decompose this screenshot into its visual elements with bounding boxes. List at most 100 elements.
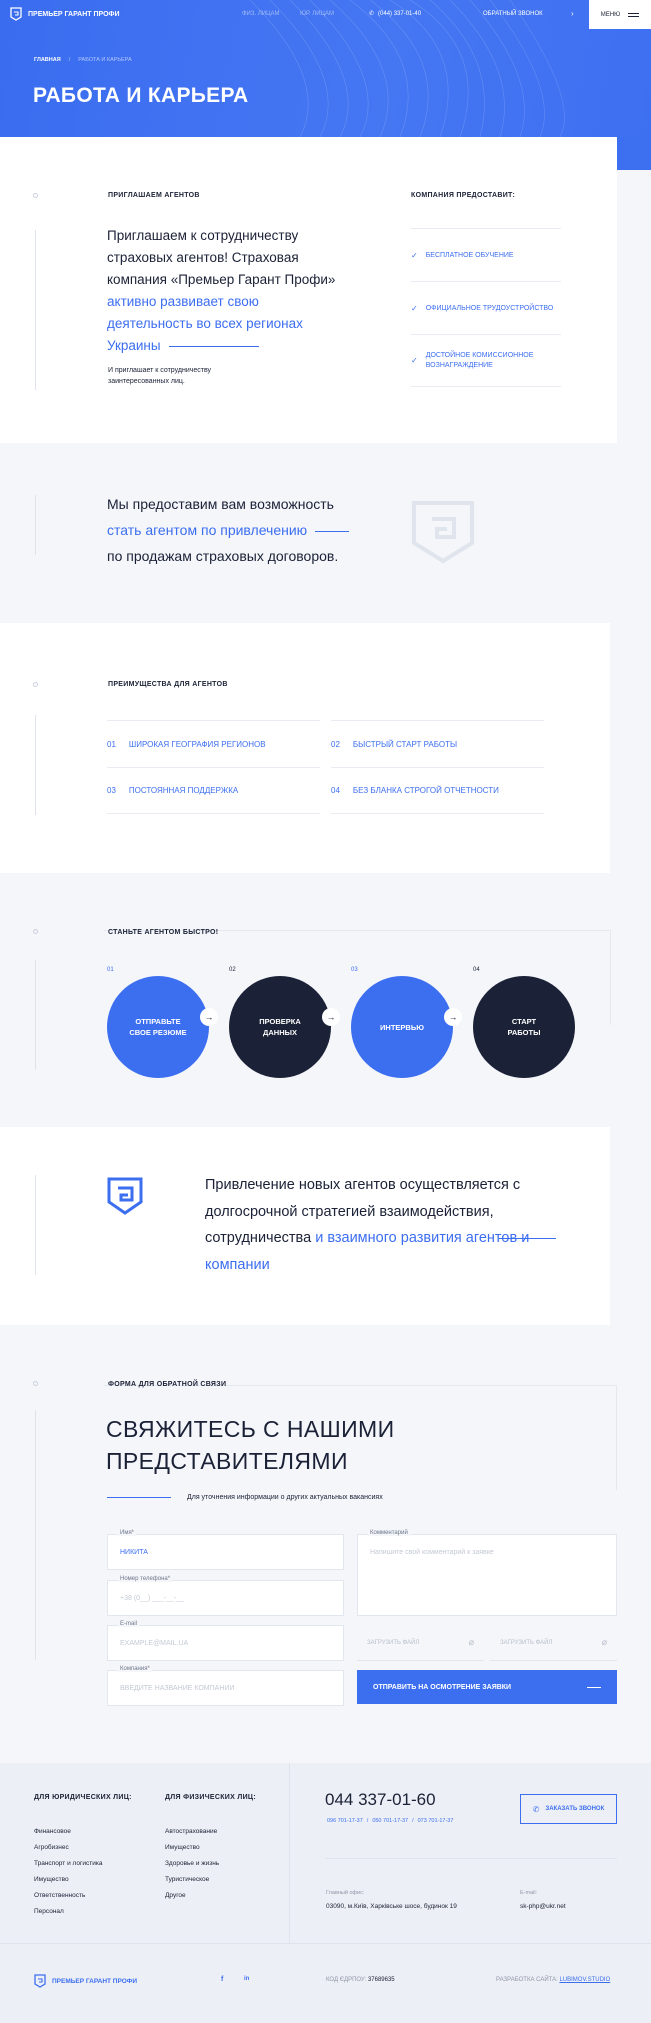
logo[interactable]: ПРЕМЬЕР ГАРАНТ ПРОФИ <box>10 7 120 21</box>
advantage-text: БЕЗ БЛАНКА СТРОГОЙ ОТЧЕТНОСТИ <box>352 786 499 795</box>
footer-divider-h <box>0 1943 651 1944</box>
form-title-line1: СВЯЖИТЕСЬ С НАШИМИ <box>106 1416 395 1442</box>
step-item: 01 ОТПРАВЬТЕ СВОЕ РЕЗЮМЕ <box>107 967 209 1078</box>
advantage-item: 02 БЫСТРЫЙ СТАРТ РАБОТЫ <box>331 720 544 767</box>
step-item: 04 СТАРТ РАБОТЫ <box>473 967 575 1078</box>
edrpou-value: 37689635 <box>367 1977 395 1983</box>
advantage-text: ПОСТОЯННАЯ ПОДДЕРЖКА <box>128 786 239 795</box>
strategy-text: Привлечение новых агентов осуществляется… <box>205 1172 555 1278</box>
step-num: 03 <box>351 967 358 973</box>
logo-icon <box>10 7 22 21</box>
menu-label: МЕНЮ <box>600 11 621 18</box>
phone-icon: ✆ <box>369 11 375 17</box>
comment-placeholder[interactable]: Напишите свой комментарий к заявке <box>370 1549 494 1556</box>
advantage-num: 01 <box>107 739 116 749</box>
phone-placeholder[interactable]: +38 (0__) ___-__-__ <box>120 1595 184 1602</box>
footer-link[interactable]: Агробизнес <box>34 1840 102 1856</box>
email-label: E-mail: <box>520 1890 538 1896</box>
side-dot <box>33 682 38 687</box>
side-dot <box>33 929 38 934</box>
footer-link[interactable]: Транспорт и логистика <box>34 1856 102 1872</box>
footer-phone[interactable]: 044 337-01-60 <box>325 1790 436 1810</box>
advantage-item: 03 ПОСТОЯННАЯ ПОДДЕРЖКА <box>107 767 320 814</box>
footer-callback-button[interactable]: ✆ ЗАКАЗАТЬ ЗВОНОК <box>520 1794 617 1824</box>
opportunity-line1: Мы предоставим вам возможность <box>107 496 334 512</box>
name-value[interactable]: НИКИТА <box>120 1549 148 1556</box>
header-phone[interactable]: ✆ (044) 337-01-40 <box>369 10 422 18</box>
advantage-num: 04 <box>331 786 340 795</box>
side-line <box>35 495 36 555</box>
callback-link[interactable]: ОБРАТНЫЙ ЗВОНОК <box>483 11 543 17</box>
breadcrumb-home[interactable]: ГЛАВНАЯ <box>34 57 61 63</box>
office-label: Главный офис: <box>326 1890 365 1896</box>
footer-link[interactable]: Финансовое <box>34 1824 102 1840</box>
hero-side-block <box>617 137 651 170</box>
step-item: 02 ПРОВЕРКА ДАННЫХ <box>229 967 331 1078</box>
footer-link[interactable]: Персонал <box>34 1904 102 1920</box>
provides-item-text: ОФИЦИАЛЬНОЕ ТРУДОУСТРОЙСТВО <box>425 304 554 312</box>
menu-button[interactable]: МЕНЮ <box>589 0 651 29</box>
check-icon: ✓ <box>411 303 418 313</box>
facebook-icon[interactable]: f <box>221 1976 223 1983</box>
upload-button-2[interactable]: ЗАГРУЗИТЬ ФАЙЛ ⌀ <box>490 1625 617 1661</box>
accent-line <box>168 345 259 347</box>
developer: РАЗРАБОТКА САЙТА: LUBIMOV.STUDIO <box>496 1977 610 1983</box>
footer-logo[interactable]: ПРЕМЬЕР ГАРАНТ ПРОФИ <box>34 1974 137 1988</box>
company-placeholder[interactable]: ВВЕДИТЕ НАЗВАНИЕ КОМПАНИИ <box>120 1685 234 1692</box>
steps-label: СТАНЬТЕ АГЕНТОМ БЫСТРО! <box>108 929 219 936</box>
breadcrumb-separator: / <box>68 57 71 63</box>
footer-email[interactable]: sk-php@ukr.net <box>520 1903 566 1910</box>
footer-link[interactable]: Другое <box>165 1888 219 1904</box>
separator: / <box>412 1818 414 1824</box>
footer-link[interactable]: Автострахование <box>165 1824 219 1840</box>
dash-arrow-icon <box>587 1686 601 1688</box>
phone-field[interactable]: Номер телефона* +38 (0__) ___-__-__ <box>107 1576 344 1616</box>
footer-rule <box>325 1858 617 1859</box>
advantage-num: 03 <box>107 786 116 795</box>
provides-label: КОМПАНИЯ ПРЕДОСТАВИТ: <box>411 192 516 199</box>
step-circle: СТАРТ РАБОТЫ <box>473 976 575 1078</box>
footer-link[interactable]: Имущество <box>165 1840 219 1856</box>
email-placeholder[interactable]: EXAMPLE@MAIL.UA <box>120 1640 188 1647</box>
footer-link[interactable]: Туристическое <box>165 1872 219 1888</box>
footer-phone-small[interactable]: 096 701-17-37 <box>327 1818 363 1824</box>
header-phone-text: (044) 337-01-40 <box>378 10 422 17</box>
name-field[interactable]: Имя* НИКИТА <box>107 1530 344 1570</box>
burger-icon <box>628 12 640 17</box>
office-address: 03090, м.Київ, Харківське шосе, будинок … <box>326 1903 457 1910</box>
upload-label: ЗАГРУЗИТЬ ФАЙЛ <box>367 1639 420 1646</box>
footer-phone-small[interactable]: 050 701-17-37 <box>372 1818 408 1824</box>
upload-label: ЗАГРУЗИТЬ ФАЙЛ <box>500 1639 553 1646</box>
advantage-item: 04 БЕЗ БЛАНКА СТРОГОЙ ОТЧЕТНОСТИ <box>331 767 544 814</box>
provides-item: ✓ ОФИЦИАЛЬНОЕ ТРУДОУСТРОЙСТВО <box>411 281 561 334</box>
form-subtitle: Для уточнения информации о других актуал… <box>187 1494 383 1501</box>
opportunity-text: Мы предоставим вам возможность стать аге… <box>107 491 350 569</box>
side-dot <box>33 1381 38 1386</box>
nav-legal[interactable]: ЮР. ЛИЦАМ <box>300 11 334 17</box>
step-text: ИНТЕРВЬЮ <box>380 1022 424 1032</box>
page-title: РАБОТА И КАРЬЕРА <box>33 84 249 107</box>
side-dot <box>33 193 38 198</box>
logo-icon <box>107 1177 143 1215</box>
footer-phone-small[interactable]: 073 701-17-37 <box>418 1818 454 1824</box>
comment-field[interactable]: Комментарий Напишите свой комментарий к … <box>357 1530 617 1616</box>
instagram-icon[interactable]: in <box>244 1976 249 1982</box>
step-text: ПРОВЕРКА ДАННЫХ <box>259 1017 301 1037</box>
company-field[interactable]: Компания* ВВЕДИТЕ НАЗВАНИЕ КОМПАНИИ <box>107 1666 344 1706</box>
submit-button[interactable]: ОТПРАВИТЬ НА ОСМОТРЕНИЕ ЗАЯВКИ <box>357 1670 617 1704</box>
footer-link[interactable]: Здоровье и жизнь <box>165 1856 219 1872</box>
footer-link[interactable]: Имущество <box>34 1872 102 1888</box>
invite-text: Приглашаем к сотрудничеству страховых аг… <box>107 225 347 357</box>
logo-icon <box>34 1974 46 1988</box>
invite-small: И приглашает к сотрудничеству заинтересо… <box>108 367 212 385</box>
upload-button-1[interactable]: ЗАГРУЗИТЬ ФАЙЛ ⌀ <box>357 1625 484 1661</box>
footer-link[interactable]: Ответственность <box>34 1888 102 1904</box>
invite-label: ПРИГЛАШАЕМ АГЕНТОВ <box>108 192 200 199</box>
email-field[interactable]: E-mail EXAMPLE@MAIL.UA <box>107 1621 344 1661</box>
developer-link[interactable]: LUBIMOV.STUDIO <box>559 1977 610 1983</box>
provides-item-text: БЕСПЛАТНОЕ ОБУЧЕНИЕ <box>425 251 514 259</box>
nav-individuals[interactable]: ФИЗ. ЛИЦАМ <box>242 11 280 17</box>
chevron-right-icon[interactable]: › <box>571 9 574 18</box>
edrpou-label: КОД ЄДРПОУ: <box>326 1977 367 1983</box>
step-num: 02 <box>229 967 236 973</box>
